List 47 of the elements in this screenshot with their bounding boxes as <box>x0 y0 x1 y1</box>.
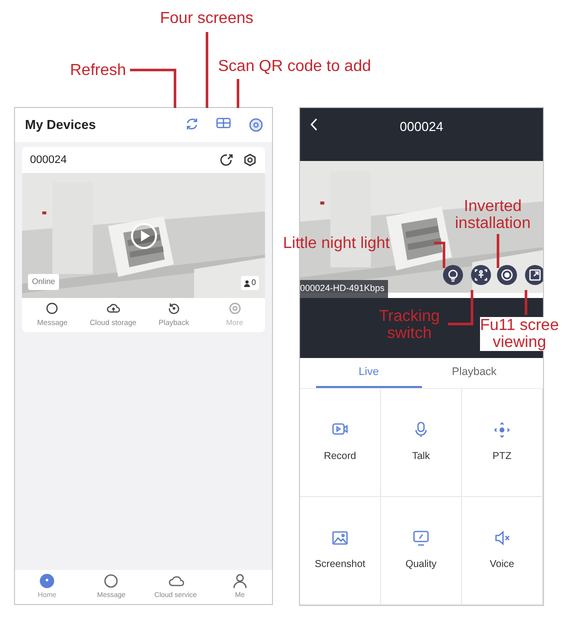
monitor-icon <box>412 528 430 547</box>
status-label: Online <box>28 274 60 290</box>
annotation-label: Tracking switch <box>379 308 440 342</box>
annotation-label: Fu11 scree viewing <box>480 317 559 351</box>
fullscreen-icon <box>528 268 542 282</box>
function-button[interactable]: Talk <box>381 388 462 497</box>
screen-title: My Devices <box>25 116 96 134</box>
leader-line <box>524 290 528 315</box>
function-button[interactable]: Voice <box>462 496 543 605</box>
scan-button[interactable] <box>248 117 264 133</box>
replay-icon <box>166 302 181 315</box>
grid-icon <box>216 117 231 129</box>
function-button[interactable]: Quality <box>381 496 462 605</box>
tab[interactable]: Playback <box>422 358 527 388</box>
annotation-label: Inverted installation <box>455 198 531 232</box>
screen-title: 000024 <box>400 118 444 136</box>
annotation-label: Four screens <box>160 10 254 27</box>
annotation-label: Refresh <box>70 62 126 79</box>
viewer-count: 0 <box>240 276 259 290</box>
back-icon[interactable] <box>310 118 318 131</box>
share-icon <box>219 153 233 167</box>
settings-icon <box>243 153 257 167</box>
leader-line <box>434 242 446 268</box>
image-icon <box>331 528 349 547</box>
leader-line <box>448 290 474 326</box>
cloud-upload-icon <box>106 302 120 315</box>
function-button[interactable]: Screenshot <box>300 496 381 605</box>
person-icon <box>244 280 250 286</box>
device-name: 000024 <box>30 152 67 168</box>
tracking-icon <box>474 268 488 282</box>
leader-line <box>236 79 240 108</box>
message-icon <box>45 302 60 315</box>
target-icon <box>248 117 264 133</box>
stream-info: 000024-HD-491Kbps <box>300 280 388 298</box>
function-button[interactable]: Record <box>300 388 381 497</box>
play-icon[interactable] <box>130 222 158 250</box>
annotation-label: Scan QR code to add <box>218 58 371 75</box>
speaker-muted-icon <box>493 528 511 547</box>
person-icon <box>232 572 248 589</box>
direction-pad-icon <box>493 420 511 439</box>
leader-line <box>130 68 176 108</box>
refresh-icon <box>185 117 199 131</box>
light-bulb-icon <box>446 268 460 282</box>
function-button[interactable]: PTZ <box>462 388 543 497</box>
chat-icon <box>103 572 120 589</box>
annotation-label: Little night light <box>283 235 390 252</box>
leader-line <box>496 234 500 268</box>
